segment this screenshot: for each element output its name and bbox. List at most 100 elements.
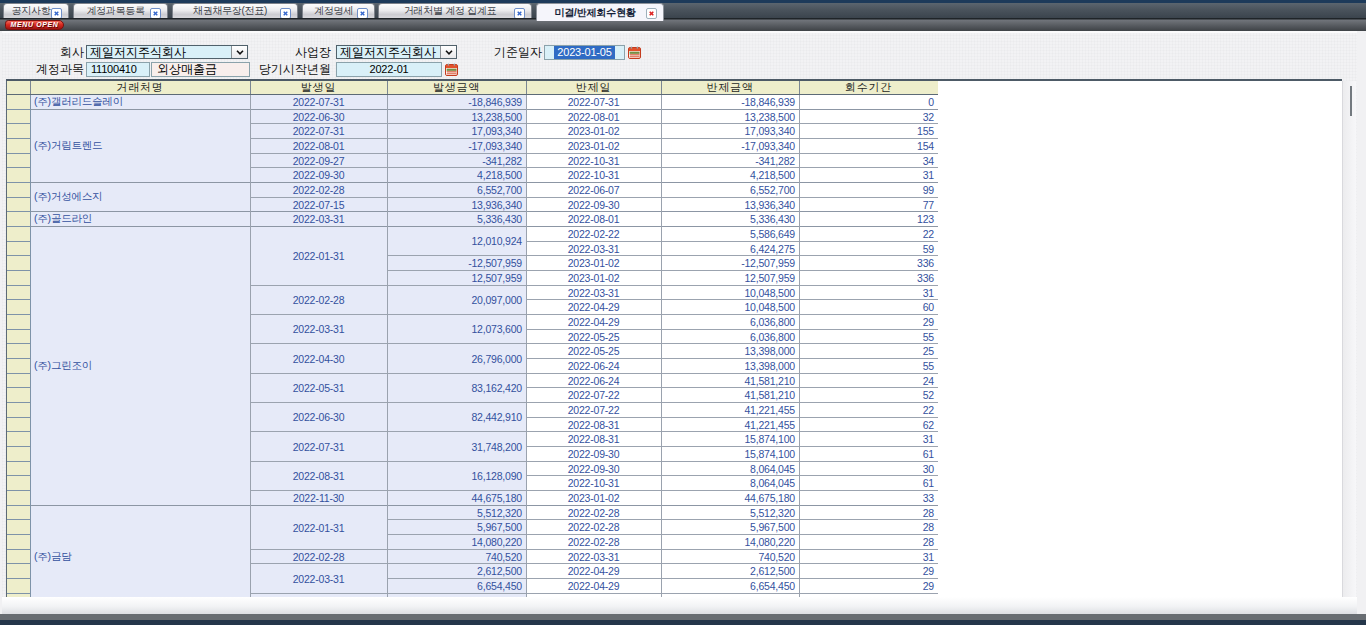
occurrence-amount-cell[interactable]: 13,238,500: [387, 110, 526, 123]
occurrence-amount-cell[interactable]: 5,336,430: [387, 212, 526, 226]
repayment-amount-cell[interactable]: -17,093,340: [661, 139, 799, 153]
repayment-date-cell[interactable]: 2022-08-01: [526, 110, 661, 123]
repayment-date-cell[interactable]: 2022-08-31: [526, 432, 661, 446]
collection-days-cell[interactable]: 24: [799, 374, 938, 387]
occurrence-amount-cell[interactable]: -17,093,340: [387, 139, 526, 153]
repayment-date-cell[interactable]: 2022-08-31: [526, 418, 661, 431]
calendar-icon[interactable]: [628, 46, 641, 59]
repayment-amount-cell[interactable]: 5,967,500: [661, 520, 799, 534]
occurrence-date-cell[interactable]: 2022-07-31: [250, 95, 387, 109]
collection-days-cell[interactable]: 34: [799, 154, 938, 167]
close-icon[interactable]: [150, 8, 161, 19]
repayment-amount-cell[interactable]: 5,512,320: [661, 506, 799, 519]
collection-days-cell[interactable]: 62: [799, 418, 938, 431]
chevron-down-icon[interactable]: [231, 46, 247, 58]
repayment-date-cell[interactable]: 2023-01-02: [526, 491, 661, 505]
repayment-date-cell[interactable]: 2022-05-25: [526, 330, 661, 343]
close-icon[interactable]: [280, 8, 291, 19]
collection-days-cell[interactable]: 28: [799, 520, 938, 534]
row-selector[interactable]: [6, 388, 30, 403]
occurrence-date-cell[interactable]: 2022-05-31: [250, 374, 387, 402]
repayment-amount-cell[interactable]: 12,507,959: [661, 271, 799, 285]
repayment-amount-cell[interactable]: 41,581,210: [661, 374, 799, 387]
occurrence-amount-cell[interactable]: -12,507,959: [387, 256, 526, 270]
collection-days-cell[interactable]: 28: [799, 506, 938, 519]
occurrence-date-cell[interactable]: 2022-02-28: [250, 550, 387, 563]
row-selector[interactable]: [6, 418, 30, 432]
repayment-amount-cell[interactable]: 6,036,800: [661, 330, 799, 343]
repayment-date-cell[interactable]: 2022-09-30: [526, 462, 661, 475]
repayment-date-cell[interactable]: 2023-01-02: [526, 256, 661, 270]
repayment-date-cell[interactable]: 2022-03-31: [526, 242, 661, 255]
collection-days-cell[interactable]: 33: [799, 491, 938, 505]
repayment-amount-cell[interactable]: 44,675,180: [661, 491, 799, 505]
close-icon[interactable]: [51, 8, 62, 19]
row-selector[interactable]: [6, 447, 30, 462]
occurrence-amount-cell[interactable]: 740,520: [387, 550, 526, 563]
collection-days-cell[interactable]: 22: [799, 227, 938, 241]
tab-notice[interactable]: 공지사항: [3, 3, 69, 18]
repayment-amount-cell[interactable]: -12,507,959: [661, 256, 799, 270]
repayment-date-cell[interactable]: 2022-07-31: [526, 95, 661, 109]
close-icon[interactable]: [514, 8, 525, 19]
vertical-scrollbar-thumb[interactable]: [1350, 86, 1352, 116]
repayment-date-cell[interactable]: 2022-02-22: [526, 227, 661, 241]
occurrence-amount-cell[interactable]: 12,507,959: [387, 271, 526, 285]
row-selector[interactable]: [6, 344, 30, 359]
occurrence-date-cell[interactable]: 2022-06-30: [250, 110, 387, 123]
row-selector[interactable]: [6, 212, 30, 227]
occurrence-amount-cell[interactable]: 4,218,500: [387, 168, 526, 182]
collection-days-cell[interactable]: 25: [799, 344, 938, 358]
row-selector[interactable]: [6, 124, 30, 139]
collection-days-cell[interactable]: 31: [799, 168, 938, 182]
row-selector[interactable]: [6, 520, 30, 535]
repayment-date-cell[interactable]: 2023-01-02: [526, 139, 661, 153]
collection-days-cell[interactable]: 155: [799, 124, 938, 138]
base-date-input[interactable]: 2023-01-05: [544, 45, 625, 60]
occurrence-amount-cell[interactable]: 82,442,910: [387, 403, 526, 431]
vertical-scrollbar[interactable]: [1342, 81, 1356, 597]
repayment-amount-cell[interactable]: 41,581,210: [661, 388, 799, 402]
customer-name-cell[interactable]: (주)거림트렌드: [30, 110, 250, 182]
collection-days-cell[interactable]: 154: [799, 139, 938, 153]
row-selector[interactable]: [6, 154, 30, 168]
tab-customer-summary[interactable]: 거래처별 계정 집계표: [378, 3, 532, 18]
repayment-amount-cell[interactable]: 6,424,275: [661, 242, 799, 255]
repayment-date-cell[interactable]: 2022-04-29: [526, 564, 661, 578]
period-start-input[interactable]: 2022-01: [336, 62, 442, 77]
repayment-date-cell[interactable]: 2022-03-31: [526, 550, 661, 563]
repayment-date-cell[interactable]: 2022-03-31: [526, 286, 661, 299]
occurrence-amount-cell[interactable]: 20,097,000: [387, 286, 526, 314]
collection-days-cell[interactable]: 336: [799, 256, 938, 270]
row-selector[interactable]: [6, 476, 30, 491]
customer-name-cell[interactable]: (주)골드라인: [30, 212, 250, 226]
occurrence-date-cell[interactable]: 2022-08-31: [250, 462, 387, 490]
tab-open-repayment-status[interactable]: 미결/반제회수현황: [536, 3, 664, 21]
repayment-date-cell[interactable]: 2023-01-02: [526, 124, 661, 138]
occurrence-date-cell[interactable]: 2022-06-30: [250, 403, 387, 431]
collection-days-cell[interactable]: 30: [799, 462, 938, 475]
occurrence-amount-cell[interactable]: 31,748,200: [387, 432, 526, 461]
row-selector[interactable]: [6, 300, 30, 315]
company-select[interactable]: 제일저지주식회사: [86, 45, 248, 59]
account-code-input[interactable]: 11100410: [86, 62, 150, 77]
repayment-amount-cell[interactable]: 5,336,430: [661, 212, 799, 226]
row-selector[interactable]: [6, 579, 30, 594]
repayment-date-cell[interactable]: 2022-06-24: [526, 374, 661, 387]
collection-days-cell[interactable]: 31: [799, 550, 938, 563]
row-selector[interactable]: [6, 550, 30, 564]
occurrence-amount-cell[interactable]: 5,967,500: [387, 520, 526, 534]
menu-open-button[interactable]: MENU OPEN: [5, 20, 64, 30]
close-icon[interactable]: [357, 8, 368, 19]
row-selector[interactable]: [6, 462, 30, 476]
row-selector[interactable]: [6, 359, 30, 374]
repayment-amount-cell[interactable]: -18,846,939: [661, 95, 799, 109]
repayment-date-cell[interactable]: 2022-04-29: [526, 579, 661, 593]
collection-days-cell[interactable]: 336: [799, 271, 938, 285]
occurrence-date-cell[interactable]: 2022-03-31: [250, 564, 387, 593]
tab-receivable-ledger[interactable]: 채권채무장(전표): [172, 3, 298, 18]
collection-days-cell[interactable]: 60: [799, 300, 938, 314]
repayment-date-cell[interactable]: 2022-02-28: [526, 535, 661, 549]
row-selector[interactable]: [6, 95, 30, 110]
repayment-amount-cell[interactable]: 6,654,450: [661, 579, 799, 593]
